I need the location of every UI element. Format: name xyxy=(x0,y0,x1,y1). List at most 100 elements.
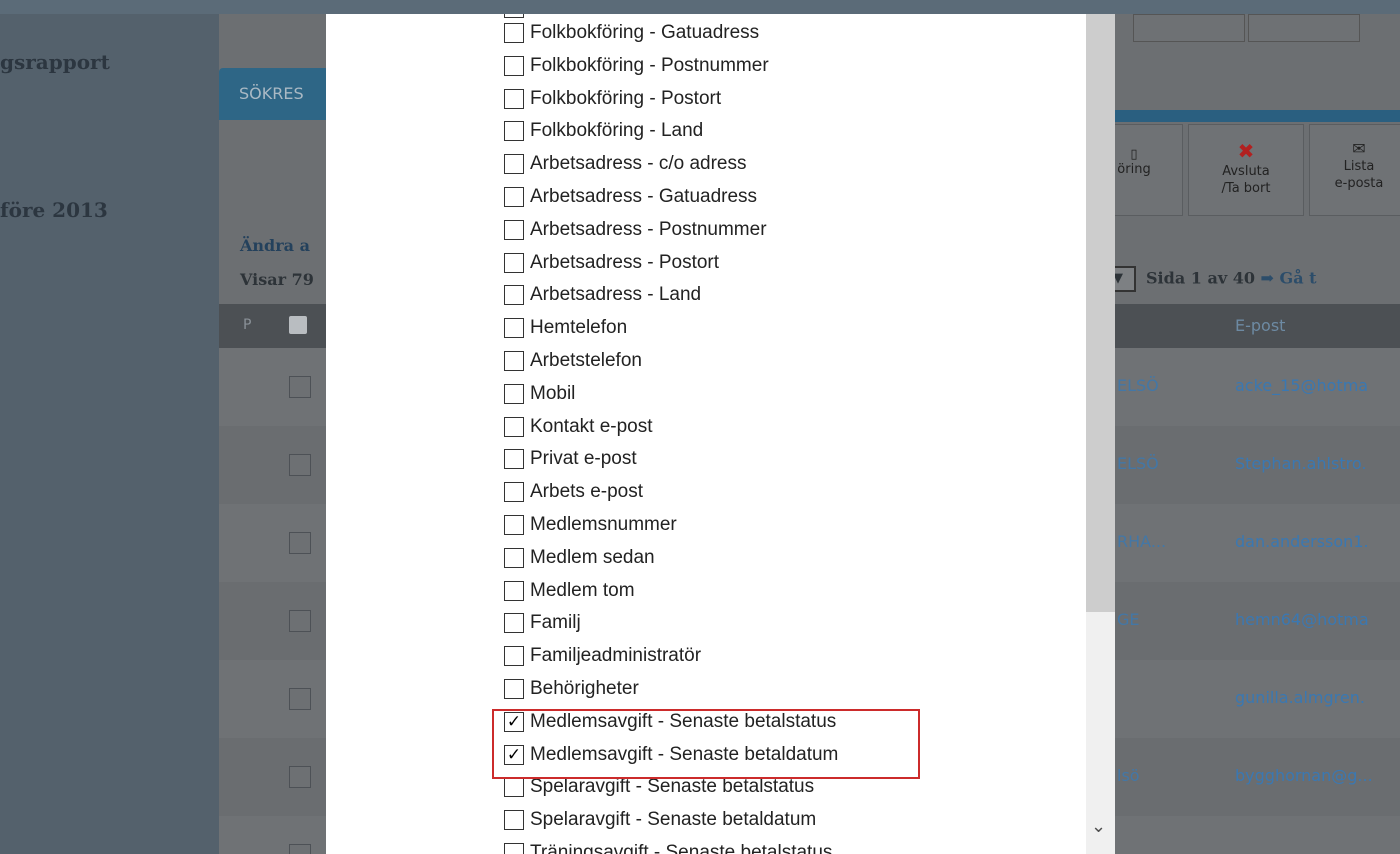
dialog-scrollbar[interactable]: ⌄ xyxy=(1086,14,1115,854)
option-checkbox[interactable] xyxy=(504,318,524,339)
option-checkbox[interactable] xyxy=(504,810,524,831)
option-checkbox[interactable] xyxy=(504,679,524,699)
option-checkbox[interactable] xyxy=(504,843,524,854)
option-checkbox[interactable] xyxy=(504,121,524,142)
option-checkbox[interactable] xyxy=(504,482,524,503)
row-email[interactable]: gunilla.almgren. xyxy=(1235,688,1365,707)
row-checkbox[interactable] xyxy=(289,454,311,476)
row-club: GE xyxy=(1117,610,1140,629)
option-label: Folkbokföring - Postort xyxy=(530,87,722,109)
sidebar-link-fore-2013[interactable]: före 2013 xyxy=(0,198,108,222)
option-checkbox[interactable] xyxy=(504,14,524,18)
row-checkbox[interactable] xyxy=(289,688,311,710)
option-label: Arbetstelefon xyxy=(530,350,642,371)
option-label: Arbetsadress - c/o adress xyxy=(530,153,747,175)
column-option[interactable]: Arbetsadress - c/o adress xyxy=(504,150,746,178)
top-button-2[interactable] xyxy=(1248,14,1360,42)
column-option[interactable]: Folkbokföring - Postnummer xyxy=(504,52,769,80)
result-count: Visar 79 xyxy=(240,270,314,289)
column-option[interactable]: Familjeadministratör xyxy=(504,642,701,670)
envelope-icon: ✉ xyxy=(1352,139,1366,158)
option-checkbox[interactable] xyxy=(504,351,524,371)
option-label: Kontakt e-post xyxy=(530,415,653,437)
column-option[interactable]: Hemtelefon xyxy=(504,314,627,342)
row-checkbox[interactable] xyxy=(289,766,311,788)
toolbar-label-3: Lista e-posta xyxy=(1334,159,1384,191)
row-checkbox[interactable] xyxy=(289,844,311,854)
column-option[interactable]: Behörigheter xyxy=(504,675,639,703)
option-checkbox[interactable] xyxy=(504,613,524,634)
header-strip xyxy=(1110,110,1400,122)
tab-sokresultat[interactable]: SÖKRES xyxy=(219,68,329,120)
option-checkbox[interactable] xyxy=(504,23,524,43)
column-option[interactable]: Mobil xyxy=(504,380,575,408)
option-label: Arbetsadress - Postort xyxy=(530,251,720,273)
option-checkbox[interactable] xyxy=(504,580,524,601)
option-checkbox[interactable] xyxy=(504,55,524,76)
row-email[interactable]: dan.andersson1. xyxy=(1235,532,1369,551)
column-option[interactable]: Träningsavgift - Senaste betalstatus xyxy=(504,839,832,854)
option-checkbox[interactable] xyxy=(504,88,524,109)
column-option[interactable]: Arbetsadress - Postnummer xyxy=(504,216,767,244)
option-label: Behörigheter xyxy=(530,678,639,699)
column-option[interactable]: Folkbokföring - Postort xyxy=(504,85,721,113)
option-checkbox[interactable] xyxy=(504,777,524,798)
change-link[interactable]: Ändra a xyxy=(240,236,310,255)
row-checkbox[interactable] xyxy=(289,376,311,398)
column-select-dialog: Folkbokföring - Gatuadress Folkbokföring … xyxy=(326,14,1115,854)
option-label: Privat e-post xyxy=(530,448,637,470)
option-checkbox[interactable] xyxy=(504,383,524,404)
option-checkbox[interactable] xyxy=(504,449,524,470)
option-label: Medlem sedan xyxy=(530,546,655,568)
toolbar-button-avsluta[interactable]: ✖ Avsluta /Ta bort xyxy=(1188,124,1304,216)
scrollbar-thumb[interactable] xyxy=(1086,14,1115,612)
row-checkbox[interactable] xyxy=(289,610,311,632)
row-email[interactable]: acke_15@hotma xyxy=(1235,376,1368,395)
option-checkbox[interactable] xyxy=(504,219,524,240)
option-checkbox[interactable] xyxy=(504,252,524,273)
column-option[interactable]: Medlem tom xyxy=(504,577,635,605)
option-checkbox[interactable] xyxy=(504,416,524,437)
option-checkbox[interactable] xyxy=(504,646,524,667)
column-option[interactable]: Arbets e-post xyxy=(504,478,643,506)
row-email[interactable]: Stephan.ahlstro. xyxy=(1235,454,1366,473)
row-checkbox[interactable] xyxy=(289,532,311,554)
pagination: ▼ Sida 1 av 40 ➡ Gå t xyxy=(1100,266,1317,292)
column-option[interactable]: Privat e-post xyxy=(504,445,637,473)
column-option[interactable]: Folkbokföring - Land xyxy=(504,117,703,145)
go-to-link[interactable]: Gå t xyxy=(1280,269,1317,288)
top-button-1[interactable] xyxy=(1133,14,1245,42)
arrow-right-icon[interactable]: ➡ xyxy=(1261,269,1280,288)
option-label: Spelaravgift - Senaste betaldatum xyxy=(530,809,817,831)
option-label: Medlemsnummer xyxy=(530,514,677,535)
column-option[interactable]: Medlem sedan xyxy=(504,544,655,572)
column-option[interactable]: Spelaravgift - Senaste betaldatum xyxy=(504,806,816,834)
option-checkbox[interactable] xyxy=(504,515,524,535)
toolbar-button-lista-epost[interactable]: ✉ Lista e-posta xyxy=(1309,124,1400,216)
scroll-down-icon[interactable]: ⌄ xyxy=(1091,818,1106,836)
column-option[interactable]: Folkbokföring - Gatuadress xyxy=(504,19,759,47)
option-checkbox[interactable] xyxy=(504,285,524,306)
option-checkbox[interactable] xyxy=(504,547,524,568)
column-option[interactable]: Familj xyxy=(504,609,581,637)
col-email-label[interactable]: E-post xyxy=(1235,316,1285,335)
toolbar-label-2: Avsluta /Ta bort xyxy=(1221,164,1271,196)
column-option[interactable]: Arbetsadress - Postort xyxy=(504,249,719,277)
option-label: Arbetsadress - Gatuadress xyxy=(530,186,758,207)
column-option[interactable]: Medlemsnummer xyxy=(504,511,677,539)
select-all-checkbox[interactable] xyxy=(289,316,307,334)
option-checkbox[interactable] xyxy=(504,187,524,207)
sidebar-link-rapport[interactable]: gsrapport xyxy=(0,50,110,74)
option-checkbox[interactable] xyxy=(504,154,524,175)
option-label: Folkbokföring - Postnummer xyxy=(530,54,769,76)
column-option[interactable]: Arbetsadress - Land xyxy=(504,281,701,309)
column-option[interactable]: Arbetstelefon xyxy=(504,347,642,375)
column-option[interactable]: Arbetsadress - Gatuadress xyxy=(504,183,757,211)
row-email[interactable]: bygghornan@g... xyxy=(1235,766,1373,785)
left-sidebar: gsrapport före 2013 xyxy=(0,14,219,854)
option-label: Familj xyxy=(530,612,581,634)
option-label: Arbets e-post xyxy=(530,481,643,503)
row-club: lsö xyxy=(1117,766,1140,785)
column-option[interactable]: Kontakt e-post xyxy=(504,413,653,441)
row-email[interactable]: hemn64@hotma xyxy=(1235,610,1369,629)
